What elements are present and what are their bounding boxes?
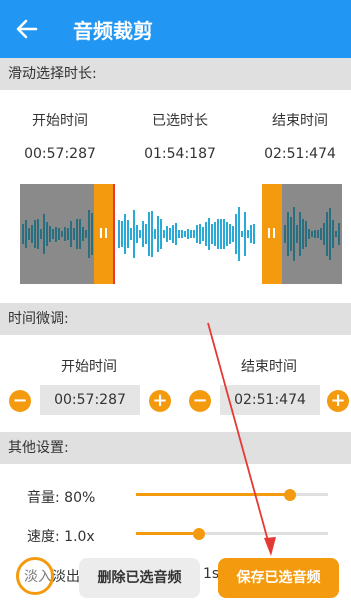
annotation-arrow-icon	[207, 322, 276, 556]
